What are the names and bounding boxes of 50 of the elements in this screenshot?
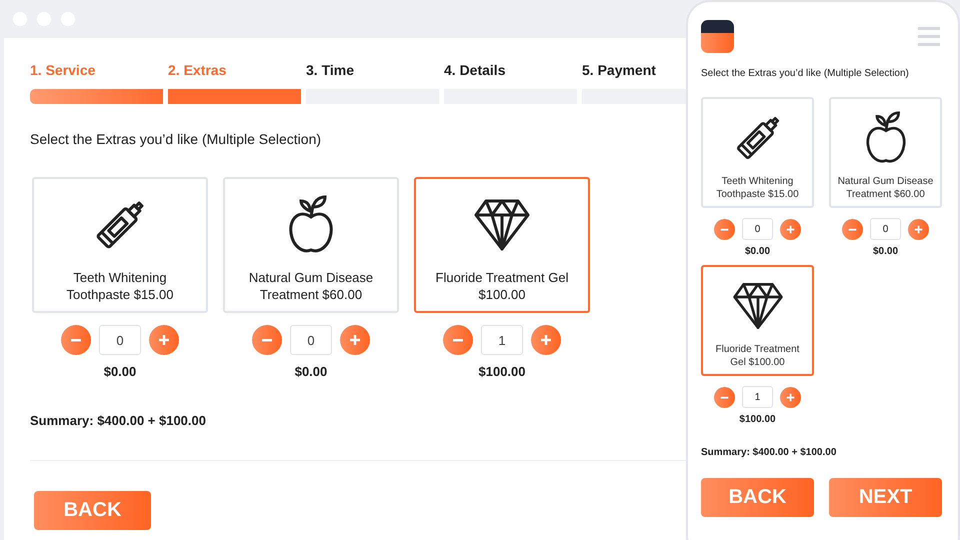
plus-icon	[158, 334, 170, 346]
extra-name: Fluoride Treatment Gel $100.00	[434, 269, 570, 303]
extra-subtotal: $0.00	[744, 246, 770, 257]
extra-subtotal: $0.00	[872, 246, 898, 257]
decrease-button[interactable]	[252, 325, 282, 355]
extra-card[interactable]: Natural Gum Disease Treatment $60.00	[223, 177, 399, 313]
plus-icon	[786, 392, 795, 402]
extra-card[interactable]: Fluoride Treatment Gel $100.00	[414, 177, 590, 313]
extra-card[interactable]: Teeth Whitening Toothpaste $15.00	[701, 97, 814, 208]
instruction-text: Select the Extras you’d like (Multiple Selection)	[30, 131, 322, 147]
increase-button[interactable]	[340, 325, 370, 355]
decrease-button[interactable]	[714, 218, 735, 240]
decrease-button[interactable]	[842, 218, 863, 240]
quantity-field[interactable]: 1	[742, 386, 773, 408]
step-label[interactable]: 4. Details	[444, 62, 506, 78]
decrease-button[interactable]	[61, 325, 91, 355]
instruction-text: Select the Extras you’d like (Multiple Selection)	[701, 68, 909, 79]
step-label[interactable]: 3. Time	[306, 62, 354, 78]
extra-subtotal: $100.00	[478, 364, 526, 379]
quantity-field[interactable]: 0	[99, 325, 141, 355]
decrease-button[interactable]	[714, 386, 735, 408]
plus-icon	[914, 224, 923, 234]
extra-subtotal: $0.00	[294, 364, 328, 379]
increase-button[interactable]	[531, 325, 561, 355]
plus-icon	[540, 334, 552, 346]
extra-name: Fluoride Treatment Gel $100.00	[714, 343, 800, 369]
extra-subtotal: $0.00	[104, 364, 136, 379]
extra-card[interactable]: Teeth Whitening Toothpaste $15.00	[32, 177, 208, 313]
increase-button[interactable]	[780, 386, 801, 408]
summary-text: Summary: $400.00 + $100.00	[30, 413, 206, 428]
extra-name: Natural Gum Disease Treatment $60.00	[836, 175, 934, 201]
quantity-field[interactable]: 0	[870, 218, 901, 240]
increase-button[interactable]	[780, 218, 801, 240]
plus-icon	[349, 334, 361, 346]
extra-name: Natural Gum Disease Treatment $60.00	[248, 269, 374, 303]
plus-icon	[786, 224, 795, 234]
extra-card[interactable]: Natural Gum Disease Treatment $60.00	[829, 97, 942, 208]
summary-text: Summary: $400.00 + $100.00	[701, 447, 836, 458]
quantity-field[interactable]: 0	[290, 325, 332, 355]
decrease-button[interactable]	[443, 325, 473, 355]
quantity-field[interactable]: 1	[481, 325, 523, 355]
extra-card[interactable]: Fluoride Treatment Gel $100.00	[701, 265, 814, 376]
increase-button[interactable]	[908, 218, 929, 240]
extra-name: Teeth Whitening Toothpaste $15.00	[715, 175, 800, 201]
quantity-field[interactable]: 0	[742, 218, 773, 240]
step-label[interactable]: 5. Payment	[582, 62, 656, 78]
increase-button[interactable]	[149, 325, 179, 355]
logo-icon	[701, 20, 734, 53]
extra-subtotal: $100.00	[739, 414, 776, 425]
extra-name: Teeth Whitening Toothpaste $15.00	[66, 269, 174, 303]
